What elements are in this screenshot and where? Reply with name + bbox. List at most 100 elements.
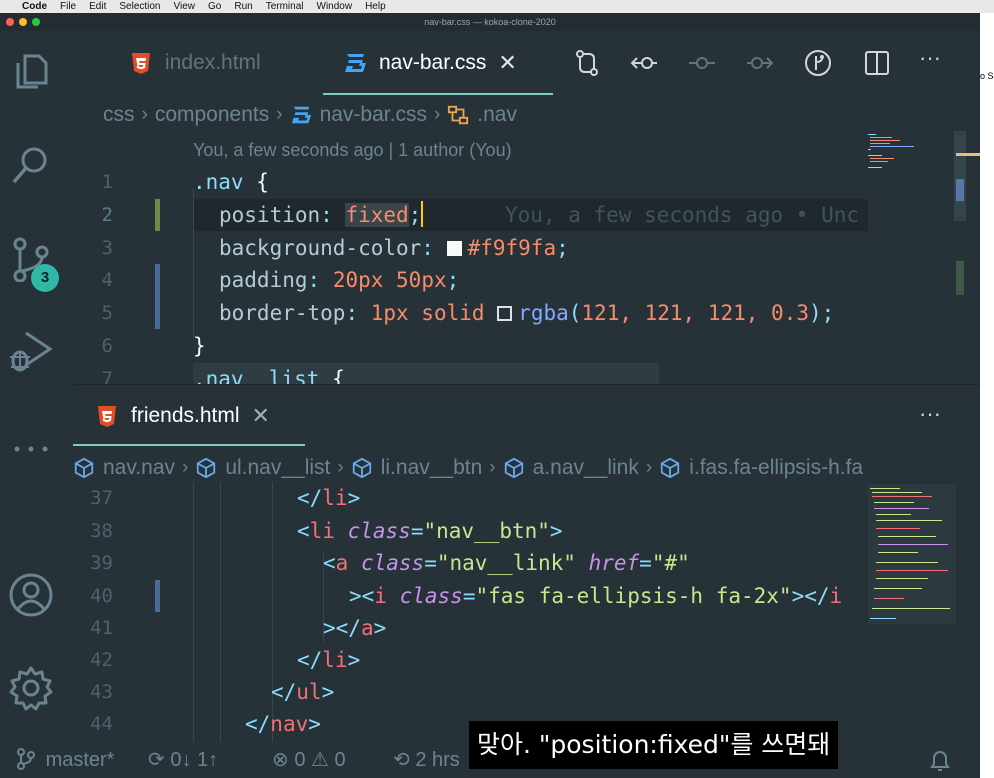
codelens-blame[interactable]: You, a few seconds ago | 1 author (You) <box>193 140 512 161</box>
more-actions-icon[interactable]: ··· <box>919 401 941 427</box>
breadcrumb-symbol[interactable]: .nav <box>477 103 517 127</box>
more-icon[interactable] <box>8 426 54 472</box>
html5-icon <box>132 53 150 74</box>
tab-label: index.html <box>165 51 261 74</box>
line-number: 2 <box>101 204 113 226</box>
line-number: 4 <box>101 269 113 291</box>
minimize-window-button[interactable] <box>19 18 27 26</box>
css3-icon <box>291 106 311 124</box>
video-subtitle: 맞아. "position:fixed"를 쓰면돼 <box>469 721 839 769</box>
breadcrumb-css[interactable]: css <box>103 103 135 127</box>
line-number: 39 <box>90 552 113 574</box>
branch-name: master* <box>45 749 115 771</box>
html5-icon <box>98 406 116 427</box>
scm-changes-badge: 3 <box>31 264 59 292</box>
gitlens-icon[interactable] <box>804 49 832 77</box>
minimap[interactable] <box>868 131 980 383</box>
breadcrumb: css › components › nav-bar.css › .nav <box>103 100 517 130</box>
line-number: 43 <box>90 681 113 703</box>
breadcrumb-li[interactable]: li.nav__btn <box>381 456 483 480</box>
color-swatch[interactable] <box>497 306 513 321</box>
menu-view[interactable]: View <box>174 1 196 12</box>
menu-selection[interactable]: Selection <box>119 1 160 12</box>
close-window-button[interactable] <box>6 18 14 26</box>
symbol-element-icon <box>352 457 371 479</box>
warning-count: 0 <box>334 749 346 771</box>
line-number: 37 <box>90 487 113 509</box>
chevron-right-icon: › <box>489 457 496 478</box>
tab-friends-html[interactable]: friends.html ✕ <box>73 385 305 447</box>
mac-menubar: Code File Edit Selection View Go Run Ter… <box>0 0 994 13</box>
menu-run[interactable]: Run <box>234 1 252 12</box>
chevron-right-icon: › <box>182 457 189 478</box>
gutter-modified-marker <box>155 580 160 612</box>
code-editor-friends-html[interactable]: 37 38 39 40 41 42 43 44 </li> <li class=… <box>73 482 863 742</box>
split-editor-icon[interactable] <box>863 49 891 77</box>
line-number: 1 <box>101 171 113 193</box>
gutter-added-marker <box>155 199 160 231</box>
editor-tab-bar: index.html nav-bar.css ✕ ··· <box>73 31 980 95</box>
tab-nav-bar-css[interactable]: nav-bar.css ✕ <box>323 31 553 95</box>
gutter-modified-marker <box>155 264 160 329</box>
explorer-icon[interactable] <box>8 48 54 94</box>
indent-guide <box>193 482 194 742</box>
menu-window[interactable]: Window <box>317 1 353 12</box>
minimap[interactable] <box>868 484 980 644</box>
line-number: 41 <box>90 617 113 639</box>
menu-file[interactable]: File <box>60 1 76 12</box>
menu-terminal[interactable]: Terminal <box>266 1 304 12</box>
breadcrumb-i[interactable]: i.fas.fa-ellipsis-h.fa <box>689 456 863 480</box>
chevron-right-icon: › <box>433 104 441 125</box>
more-actions-icon[interactable]: ··· <box>919 45 941 71</box>
sync-indicator[interactable]: ⟳ 0↓ 1↑ <box>148 743 218 778</box>
git-branch-icon <box>17 748 35 770</box>
error-count: 0 <box>294 749 306 771</box>
minimap-slider[interactable] <box>868 484 956 624</box>
close-tab-icon[interactable]: ✕ <box>498 50 516 76</box>
minimap-change-marker <box>956 261 964 295</box>
breadcrumb-ul[interactable]: ul.nav__list <box>225 456 330 480</box>
blame-indicator[interactable]: ⟲ 2 hrs <box>393 743 460 778</box>
css3-icon <box>345 54 366 72</box>
indent-guide <box>220 482 221 742</box>
settings-gear-icon[interactable] <box>8 665 54 711</box>
tab-index-html[interactable]: index.html <box>129 31 261 95</box>
sync-counts: 0↓ 1↑ <box>170 749 219 771</box>
color-swatch[interactable] <box>446 241 462 256</box>
branch-indicator[interactable]: master* <box>16 743 114 778</box>
line-number: 7 <box>101 368 113 384</box>
run-debug-icon[interactable] <box>8 327 54 373</box>
minimap-slider[interactable] <box>954 131 966 221</box>
next-revision-icon[interactable] <box>746 49 774 77</box>
line-number: 3 <box>101 237 113 259</box>
chevron-right-icon: › <box>141 104 148 125</box>
breadcrumb-nav[interactable]: nav.nav <box>103 456 175 480</box>
symbol-element-icon <box>504 457 523 479</box>
editor2-tab-bar: friends.html ✕ ··· <box>73 384 980 446</box>
symbol-class-icon <box>448 105 469 125</box>
breadcrumb-file[interactable]: nav-bar.css <box>320 103 427 127</box>
menu-go[interactable]: Go <box>208 1 221 12</box>
menu-edit[interactable]: Edit <box>89 1 106 12</box>
notifications-bell-icon[interactable] <box>928 748 952 774</box>
history-icon: ⟲ <box>393 749 410 771</box>
previous-revision-icon[interactable] <box>630 49 658 77</box>
account-icon[interactable] <box>8 572 54 618</box>
breadcrumb-components[interactable]: components <box>155 103 269 127</box>
minimap-change-marker <box>956 179 964 201</box>
menu-help[interactable]: Help <box>365 1 386 12</box>
active-tab-indicator <box>73 444 305 446</box>
open-changes-icon[interactable] <box>573 49 601 77</box>
indent-guide <box>193 188 194 338</box>
problems-indicator[interactable]: ⊗ 0 ⚠ 0 <box>272 743 346 778</box>
close-tab-icon[interactable]: ✕ <box>252 403 270 429</box>
menu-app-name[interactable]: Code <box>22 1 47 12</box>
search-icon[interactable] <box>8 142 54 188</box>
breadcrumb-a[interactable]: a.nav__link <box>533 456 639 480</box>
code-editor-nav-bar-css[interactable]: 1 2 3 4 5 6 7 .nav { position: fixed; Yo… <box>73 166 868 384</box>
revision-commit-icon[interactable] <box>688 49 716 77</box>
tab-label: friends.html <box>131 404 240 427</box>
chevron-right-icon: › <box>645 457 653 478</box>
symbol-element-icon <box>661 457 680 479</box>
zoom-window-button[interactable] <box>32 18 40 26</box>
